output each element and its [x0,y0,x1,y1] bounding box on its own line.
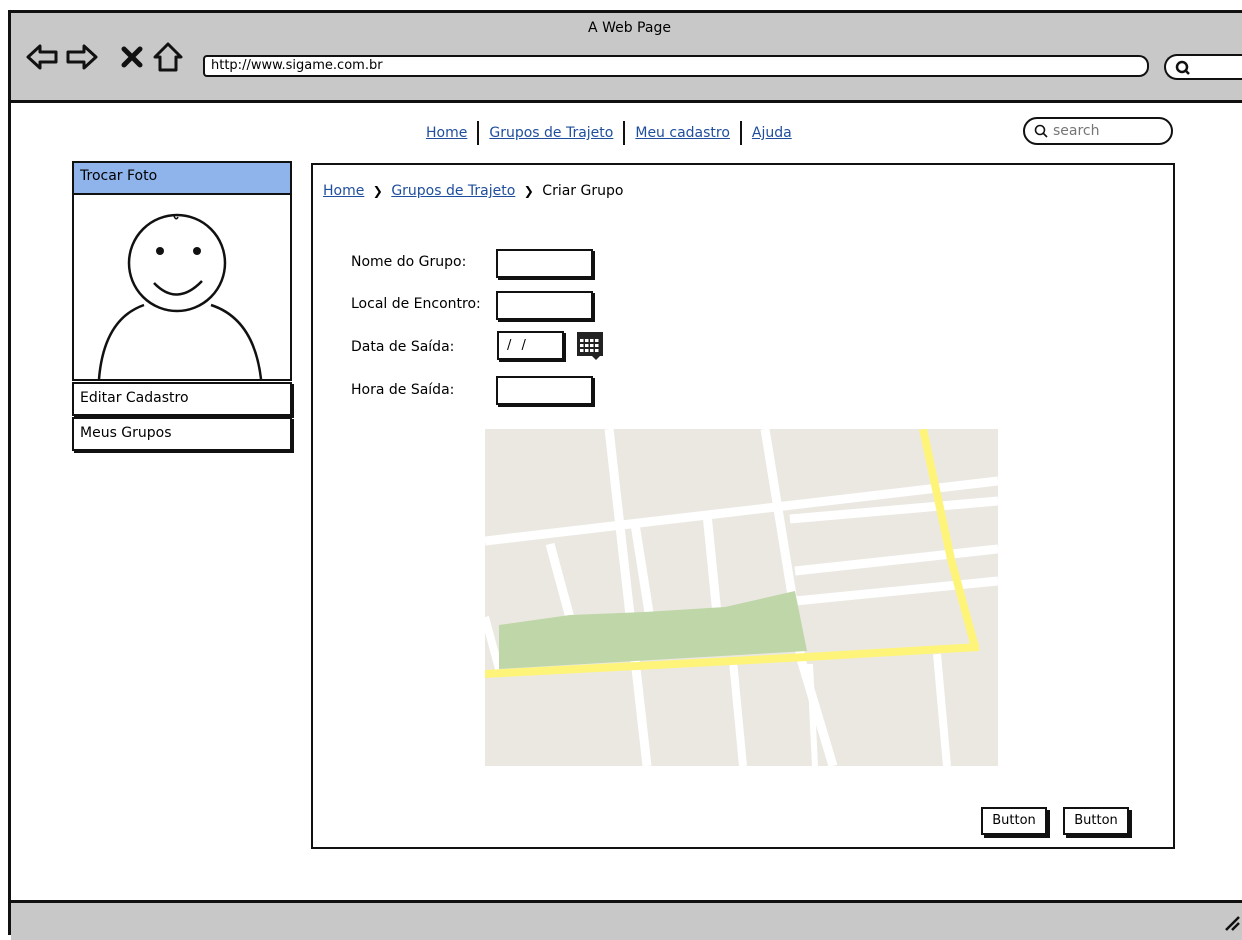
resize-grip-icon[interactable] [1220,911,1240,931]
smiley-avatar-icon [97,213,263,380]
calendar-icon[interactable] [576,331,604,361]
search-icon [1175,60,1190,75]
map-view[interactable] [485,429,998,766]
group-name-input[interactable] [496,249,593,278]
meeting-place-label: Local de Encontro: [351,296,481,312]
back-arrow-icon[interactable] [25,40,59,74]
primary-button[interactable]: Button [981,807,1047,835]
meeting-place-input[interactable] [496,291,593,320]
departure-date-label: Data de Saída: [351,339,455,355]
sidebar-item-editar-cadastro[interactable]: Editar Cadastro [72,382,292,416]
nav-divider [623,121,626,145]
chevron-right-icon: ❯ [372,184,383,198]
secondary-button[interactable]: Button [1063,807,1129,835]
chevron-right-icon: ❯ [523,184,534,198]
go-button[interactable] [1164,54,1242,80]
departure-time-label: Hora de Saída: [351,382,455,398]
breadcrumb-home-link[interactable]: Home [323,183,364,199]
nav-cadastro-link[interactable]: Meu cadastro [629,125,736,141]
browser-titlebar: A Web Page http://www.sigame.com.br [11,13,1242,103]
nav-divider [477,121,480,145]
sidebar-item-meus-grupos[interactable]: Meus Grupos [72,417,292,451]
search-icon [1034,124,1048,138]
departure-time-input[interactable] [496,376,593,405]
group-name-label: Nome do Grupo: [351,254,467,270]
forward-arrow-icon[interactable] [65,40,99,74]
avatar [72,195,292,381]
browser-statusbar [11,900,1242,940]
home-icon[interactable] [151,40,185,74]
address-bar[interactable]: http://www.sigame.com.br [203,55,1149,77]
nav-home-link[interactable]: Home [420,125,473,141]
nav-grupos-link[interactable]: Grupos de Trajeto [483,125,619,141]
search-box[interactable] [1023,117,1173,145]
search-input[interactable] [1049,122,1159,140]
stop-x-icon[interactable] [115,40,149,74]
main-panel: Home ❯ Grupos de Trajeto ❯ Criar Grupo N… [311,163,1175,849]
nav-ajuda-link[interactable]: Ajuda [746,125,798,141]
breadcrumb-grupos-link[interactable]: Grupos de Trajeto [391,183,515,199]
sidebar: Trocar Foto Editar Cadastro Meus Grupos [72,161,292,451]
departure-date-input[interactable]: / / [497,331,564,360]
window-title: A Web Page [588,20,671,36]
breadcrumb-current: Criar Grupo [542,183,624,199]
top-navigation: Home Grupos de Trajeto Meu cadastro Ajud… [420,118,798,148]
nav-divider [739,121,742,145]
change-photo-button[interactable]: Trocar Foto [72,161,292,195]
breadcrumb: Home ❯ Grupos de Trajeto ❯ Criar Grupo [323,183,623,199]
